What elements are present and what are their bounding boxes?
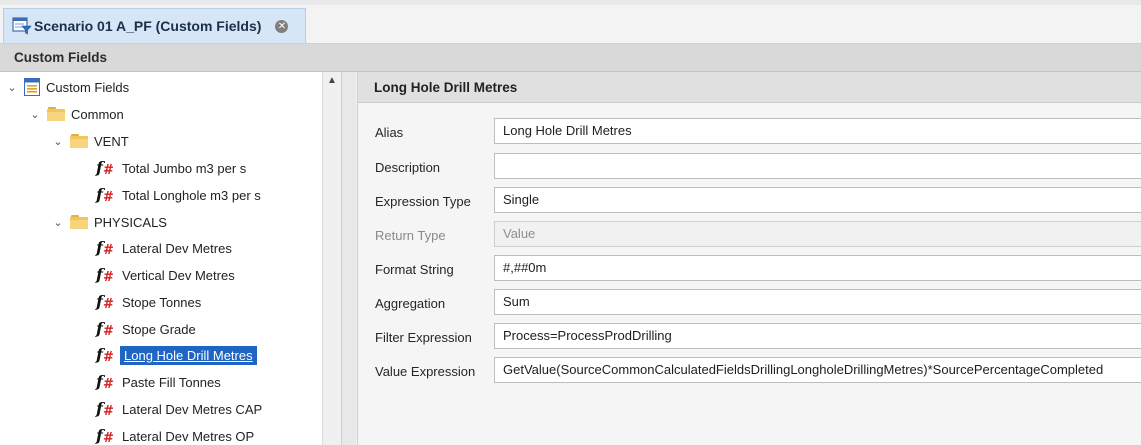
tree-node-label: Total Longhole m3 per s [122, 187, 261, 203]
tree-root-label: Custom Fields [46, 79, 130, 95]
tree-node-label: Stope Tonnes [122, 294, 202, 310]
description-label: Description [375, 160, 441, 175]
tree-field-item[interactable]: f # Stope Tonnes [94, 290, 201, 314]
description-field[interactable] [494, 153, 1141, 179]
panel-splitter[interactable] [342, 72, 356, 445]
tree-field-item[interactable]: f # Stope Grade [94, 317, 196, 341]
tree-field-item[interactable]: f # Lateral Dev Metres [94, 236, 232, 260]
function-field-icon: f # [96, 292, 114, 312]
custom-fields-icon [24, 78, 40, 96]
value-expression-field[interactable]: GetValue(SourceCommonCalculatedFieldsDri… [494, 357, 1141, 383]
filter-expression-label: Filter Expression [375, 330, 472, 345]
tree-folder-physicals[interactable]: ⌄ PHYSICALS [52, 210, 167, 234]
close-icon[interactable]: ✕ [275, 19, 289, 33]
tree-node-label: Lateral Dev Metres OP [122, 428, 255, 444]
expression-type-field[interactable]: Single [494, 187, 1141, 213]
function-field-icon: f # [96, 158, 114, 178]
tree-node-label: Stope Grade [122, 321, 196, 337]
tree-node-label: Lateral Dev Metres [122, 240, 232, 256]
tab-title: Scenario 01 A_PF (Custom Fields) [34, 18, 262, 34]
alias-label: Alias [375, 125, 404, 140]
tree-scrollbar[interactable]: ▲ [322, 72, 341, 445]
tree-field-item[interactable]: f # Total Longhole m3 per s [94, 183, 261, 207]
function-field-icon: f # [96, 185, 114, 205]
function-field-icon: f # [96, 426, 114, 445]
section-header: Custom Fields [0, 44, 1141, 72]
tree-node-label: Lateral Dev Metres CAP [122, 401, 263, 417]
tree-node-label: Total Jumbo m3 per s [122, 160, 247, 176]
format-string-field[interactable]: #,##0m [494, 255, 1141, 281]
chevron-down-icon[interactable]: ⌄ [52, 216, 64, 229]
details-header: Long Hole Drill Metres [358, 72, 1141, 103]
function-field-icon: f # [96, 399, 114, 419]
tree-field-item[interactable]: f # Lateral Dev Metres CAP [94, 397, 262, 421]
tree-field-item[interactable]: f # Total Jumbo m3 per s [94, 156, 246, 180]
section-title: Custom Fields [14, 50, 108, 65]
format-string-label: Format String [375, 262, 454, 277]
tree-field-item[interactable]: f # Vertical Dev Metres [94, 263, 235, 287]
expression-type-label: Expression Type [375, 194, 471, 209]
function-field-icon: f # [96, 372, 114, 392]
tree-node-label-selected: Long Hole Drill Metres [120, 345, 257, 365]
tree-folder-vent[interactable]: ⌄ VENT [52, 129, 129, 153]
tree-field-item[interactable]: f # Paste Fill Tonnes [94, 370, 221, 394]
tree-node-label: VENT [94, 133, 129, 149]
tree-field-item[interactable]: f # Lateral Dev Metres OP [94, 424, 254, 445]
tree-root-custom-fields[interactable]: ⌄ Custom Fields [6, 75, 129, 99]
value-expression-label: Value Expression [375, 364, 476, 379]
tree-node-label: Vertical Dev Metres [122, 267, 235, 283]
alias-field[interactable]: Long Hole Drill Metres [494, 118, 1141, 144]
scroll-up-arrow-icon[interactable]: ▲ [323, 72, 341, 90]
return-type-field: Value [494, 221, 1141, 247]
chevron-down-icon[interactable]: ⌄ [29, 108, 41, 121]
return-type-label: Return Type [375, 228, 446, 243]
folder-icon [70, 134, 88, 148]
chevron-down-icon[interactable]: ⌄ [52, 135, 64, 148]
function-field-icon: f # [96, 319, 114, 339]
tree-node-label: Paste Fill Tonnes [122, 374, 221, 390]
chevron-down-icon[interactable]: ⌄ [6, 81, 18, 94]
document-tab-bar: Scenario 01 A_PF (Custom Fields) ✕ [0, 5, 1141, 44]
tab-scenario-custom-fields[interactable]: Scenario 01 A_PF (Custom Fields) ✕ [3, 8, 306, 43]
function-field-icon: f # [96, 345, 114, 365]
custom-fields-tree: ⌄ Custom Fields ⌄ Common ⌄ VENT f # Total… [0, 72, 342, 445]
field-details-panel: Long Hole Drill Metres Alias Long Hole D… [357, 72, 1141, 445]
folder-icon [70, 215, 88, 229]
function-field-icon: f # [96, 238, 114, 258]
tree-node-label: PHYSICALS [94, 214, 167, 230]
tree-node-label: Common [71, 106, 124, 122]
aggregation-label: Aggregation [375, 296, 446, 311]
tree-field-item-selected[interactable]: f # Long Hole Drill Metres [94, 343, 257, 367]
details-title: Long Hole Drill Metres [374, 79, 518, 95]
filter-expression-field[interactable]: Process=ProcessProdDrilling [494, 323, 1141, 349]
function-field-icon: f # [96, 265, 114, 285]
aggregation-field[interactable]: Sum [494, 289, 1141, 315]
tree-folder-common[interactable]: ⌄ Common [29, 102, 124, 126]
scenario-filter-icon [12, 16, 32, 36]
folder-icon [47, 107, 65, 121]
